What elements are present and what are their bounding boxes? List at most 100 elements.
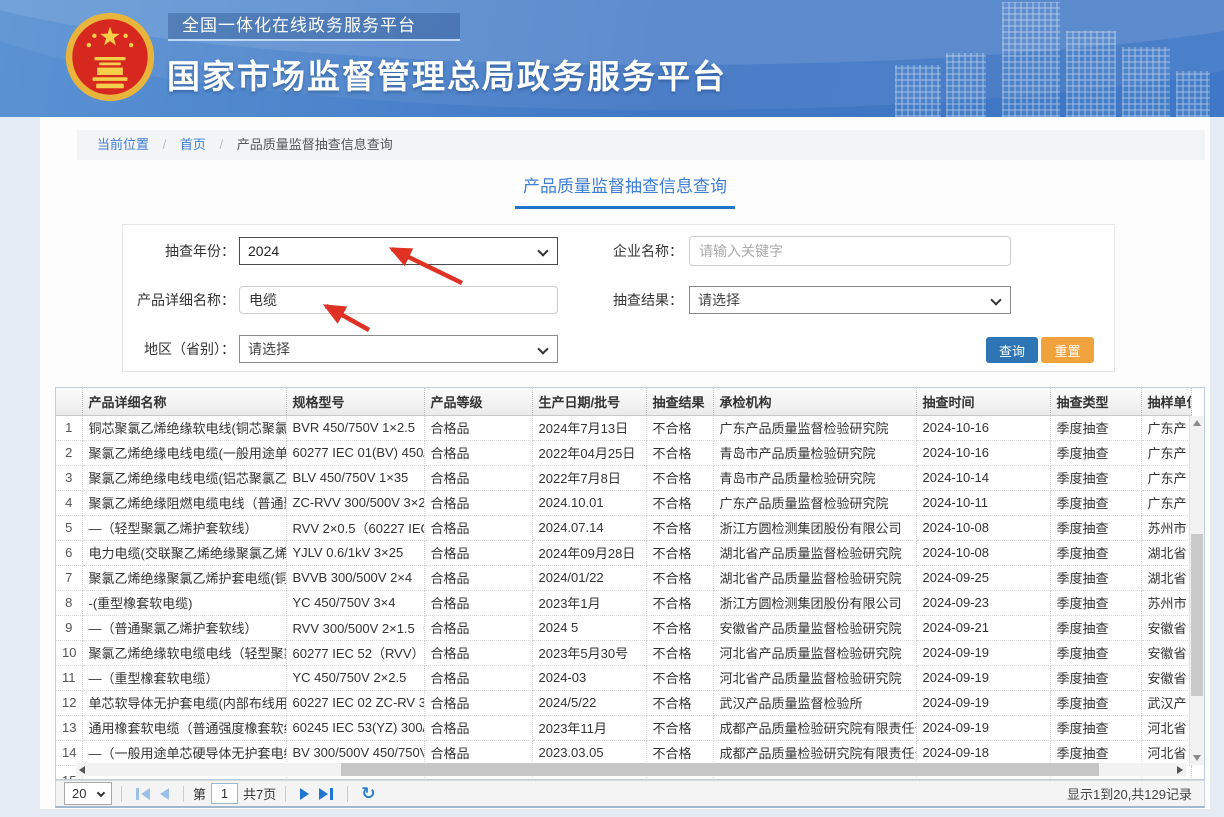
year-select[interactable]: 2024 [239, 237, 558, 265]
table-row[interactable]: 14 —（一般用途单芯硬导体无护套电缆） BV 300/500V 450/750… [56, 740, 1191, 765]
prev-page-button[interactable] [160, 788, 169, 800]
year-select-value: 2024 [248, 243, 279, 259]
table-row[interactable]: 11 —（重型橡套软电缆） YC 450/750V 2×2.5 合格品 2024… [56, 665, 1191, 690]
cell-row-number: 8 [56, 590, 82, 615]
cell-result: 不合格 [646, 465, 713, 490]
table-row[interactable]: 13 通用橡套软电缆（普通强度橡套软线） 60245 IEC 53(YZ) 30… [56, 715, 1191, 740]
next-page-button[interactable] [300, 788, 309, 800]
last-page-button[interactable] [319, 788, 333, 800]
table-row[interactable]: 4 聚氯乙烯绝缘阻燃电缆电线（普通聚 ZC-RVV 300/500V 3×2 合… [56, 490, 1191, 515]
national-emblem-icon [64, 8, 156, 106]
building-decoration [1002, 2, 1060, 117]
table-row[interactable]: 5 —（轻型聚氯乙烯护套软线） RVV 2×0.5（60227 IEC 合格品 … [56, 515, 1191, 540]
building-decoration [1122, 47, 1170, 117]
cell-product-name: 单芯软导体无护套电缆(内部布线用导 [82, 690, 286, 715]
pager-divider [121, 786, 122, 802]
result-select[interactable]: 请选择 [689, 286, 1011, 314]
cell-inspection-org: 广东产品质量监督检验研究院 [713, 415, 916, 440]
cell-result: 不合格 [646, 690, 713, 715]
table-row[interactable]: 10 聚氯乙烯绝缘软电缆电线（轻型聚氯 60277 IEC 52（RVV） 合格… [56, 640, 1191, 665]
platform-tagline: 全国一体化在线政务服务平台 [168, 13, 460, 41]
cell-product-name: —（重型橡套软电缆） [82, 665, 286, 690]
chevron-down-icon [537, 245, 548, 256]
table-row[interactable]: 8 -(重型橡套软电缆) YC 450/750V 3×4 合格品 2023年1月… [56, 590, 1191, 615]
cell-product-grade: 合格品 [424, 440, 532, 465]
last-page-icon [319, 788, 328, 800]
cell-sampling-unit: 安徽省 [1141, 615, 1191, 640]
cell-inspection-type: 季度抽查 [1050, 690, 1141, 715]
breadcrumb-location-link[interactable]: 当前位置 [97, 137, 149, 152]
cell-inspection-date: 2024-10-08 [916, 515, 1050, 540]
building-decoration [946, 53, 986, 117]
page: 全国一体化在线政务服务平台 国家市场监督管理总局政务服务平台 当前位置 / 首页… [0, 0, 1224, 817]
horizontal-scrollbar[interactable] [76, 763, 1186, 776]
scroll-up-icon[interactable] [1193, 420, 1201, 426]
pager-divider [347, 786, 348, 802]
page-size-select[interactable]: 20 [64, 782, 112, 805]
query-button[interactable]: 查询 [986, 337, 1038, 363]
cell-sampling-unit: 湖北省 [1141, 565, 1191, 590]
cell-row-number: 7 [56, 565, 82, 590]
cell-product-grade: 合格品 [424, 640, 532, 665]
chevron-down-icon [97, 789, 105, 797]
table-row[interactable]: 7 聚氯乙烯绝缘聚氯乙烯护套电缆(铜芯 BVVB 300/500V 2×4 合格… [56, 565, 1191, 590]
cell-sampling-unit: 广东产 [1141, 440, 1191, 465]
cell-inspection-type: 季度抽查 [1050, 415, 1141, 440]
col-inspection-type: 抽查类型 [1050, 388, 1141, 415]
cell-production-date: 2024 5 [532, 615, 646, 640]
page-number-input[interactable] [211, 783, 238, 804]
region-label: 地区（省别）： [123, 335, 235, 363]
cell-result: 不合格 [646, 640, 713, 665]
vertical-scrollbar-thumb[interactable] [1191, 534, 1203, 696]
breadcrumb-current-page: 产品质量监督抽查信息查询 [237, 137, 393, 152]
cell-inspection-type: 季度抽查 [1050, 515, 1141, 540]
cell-sampling-unit: 广东产 [1141, 465, 1191, 490]
col-inspection-date: 抽查时间 [916, 388, 1050, 415]
scroll-down-icon[interactable] [1193, 755, 1201, 761]
company-input[interactable] [689, 236, 1011, 266]
cell-inspection-org: 浙江方圆检测集团股份有限公司 [713, 515, 916, 540]
table-row[interactable]: 2 聚氯乙烯绝缘电线电缆(一般用途单芯 60277 IEC 01(BV) 450… [56, 440, 1191, 465]
cell-inspection-org: 青岛市产品质量检验研究院 [713, 465, 916, 490]
cell-product-grade: 合格品 [424, 465, 532, 490]
cell-row-number: 4 [56, 490, 82, 515]
cell-inspection-date: 2024-09-23 [916, 590, 1050, 615]
table-row[interactable]: 1 铜芯聚氯乙烯绝缘软电线(铜芯聚氯乙 BVR 450/750V 1×2.5 合… [56, 415, 1191, 440]
cell-inspection-type: 季度抽查 [1050, 615, 1141, 640]
col-inspection-org: 承检机构 [713, 388, 916, 415]
col-spec-model: 规格型号 [286, 388, 424, 415]
cell-inspection-type: 季度抽查 [1050, 440, 1141, 465]
reset-button[interactable]: 重置 [1041, 337, 1094, 363]
cell-spec-model: YC 450/750V 2×2.5 [286, 665, 424, 690]
breadcrumb-home-link[interactable]: 首页 [180, 137, 206, 152]
search-form: 抽查年份： 2024 企业名称： 产品详细名称： 抽查结果： 请选择 地区（省别… [122, 224, 1115, 372]
cell-inspection-date: 2024-10-11 [916, 490, 1050, 515]
tab-bar: 产品质量监督抽查信息查询 [40, 172, 1210, 209]
table-row[interactable]: 12 单芯软导体无护套电缆(内部布线用导 60227 IEC 02 ZC-RV … [56, 690, 1191, 715]
cell-inspection-org: 浙江方圆检测集团股份有限公司 [713, 590, 916, 615]
cell-inspection-type: 季度抽查 [1050, 540, 1141, 565]
table-row[interactable]: 9 —（普通聚氯乙烯护套软线） RVV 300/500V 2×1.5（ 合格品 … [56, 615, 1191, 640]
refresh-icon[interactable]: ↻ [361, 785, 375, 802]
scroll-right-icon[interactable] [1177, 766, 1183, 774]
tab-product-quality-query[interactable]: 产品质量监督抽查信息查询 [515, 172, 735, 209]
scroll-left-icon[interactable] [79, 766, 85, 774]
horizontal-scrollbar-thumb[interactable] [341, 763, 1099, 776]
cell-inspection-date: 2024-10-14 [916, 465, 1050, 490]
region-select[interactable]: 请选择 [239, 335, 558, 363]
table-row[interactable]: 3 聚氯乙烯绝缘电线电缆(铝芯聚氯乙烯 BLV 450/750V 1×35 合格… [56, 465, 1191, 490]
table-row[interactable]: 6 电力电缆(交联聚乙烯绝缘聚氯乙烯护 YJLV 0.6/1kV 3×25 合格… [56, 540, 1191, 565]
cell-inspection-type: 季度抽查 [1050, 465, 1141, 490]
first-page-button[interactable] [136, 788, 150, 800]
cell-inspection-org: 河北省产品质量监督检验研究院 [713, 665, 916, 690]
cell-inspection-type: 季度抽查 [1050, 590, 1141, 615]
cell-spec-model: 60277 IEC 52（RVV） [286, 640, 424, 665]
cell-inspection-type: 季度抽查 [1050, 740, 1141, 765]
cell-result: 不合格 [646, 415, 713, 440]
cell-inspection-date: 2024-10-08 [916, 540, 1050, 565]
vertical-scrollbar[interactable] [1189, 416, 1204, 765]
cell-product-grade: 合格品 [424, 665, 532, 690]
cell-spec-model: YC 450/750V 3×4 [286, 590, 424, 615]
cell-sampling-unit: 武汉产 [1141, 690, 1191, 715]
product-input[interactable] [239, 286, 558, 314]
